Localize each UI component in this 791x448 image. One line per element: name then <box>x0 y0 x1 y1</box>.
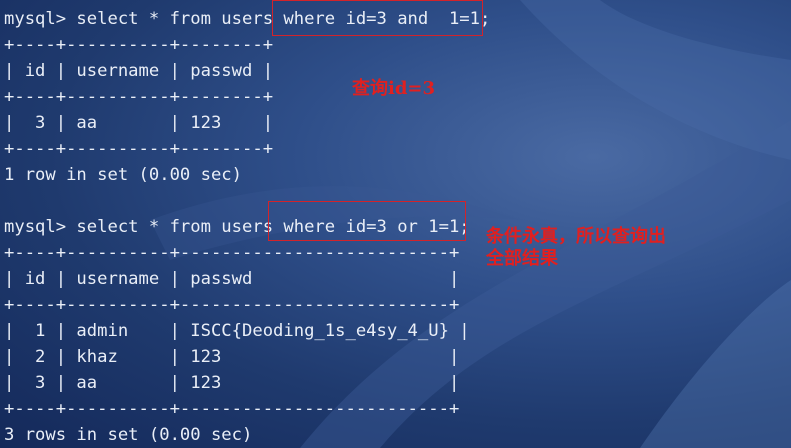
annotation-always-true-line2: 全部结果 <box>486 248 558 269</box>
table-border: +----+----------+--------+ <box>4 139 274 159</box>
table-border: +----+----------+--------+ <box>4 87 274 107</box>
table-header: | id | username | passwd | <box>4 61 274 81</box>
table-header: | id | username | passwd | <box>4 269 460 289</box>
highlight-box-where-or <box>268 201 466 241</box>
table-border: +----+----------+-----------------------… <box>4 399 460 419</box>
annotation-always-true-line1: 条件永真，所以查询出 <box>486 226 666 247</box>
table-row: | 2 | khaz | 123 | <box>4 347 460 367</box>
table-row: | 1 | admin | ISCC{Deoding_1s_e4sy_4_U} … <box>4 321 470 341</box>
table-row: | 3 | aa | 123 | <box>4 373 460 393</box>
result-summary: 1 row in set (0.00 sec) <box>4 165 242 185</box>
table-border: +----+----------+-----------------------… <box>4 295 460 315</box>
table-border: +----+----------+--------+ <box>4 35 274 55</box>
result-summary: 3 rows in set (0.00 sec) <box>4 425 253 445</box>
table-border: +----+----------+-----------------------… <box>4 243 460 263</box>
annotation-query-id3: 查询id=3 <box>352 78 436 99</box>
table-row: | 3 | aa | 123 | <box>4 113 274 133</box>
highlight-box-where-and <box>272 0 483 36</box>
